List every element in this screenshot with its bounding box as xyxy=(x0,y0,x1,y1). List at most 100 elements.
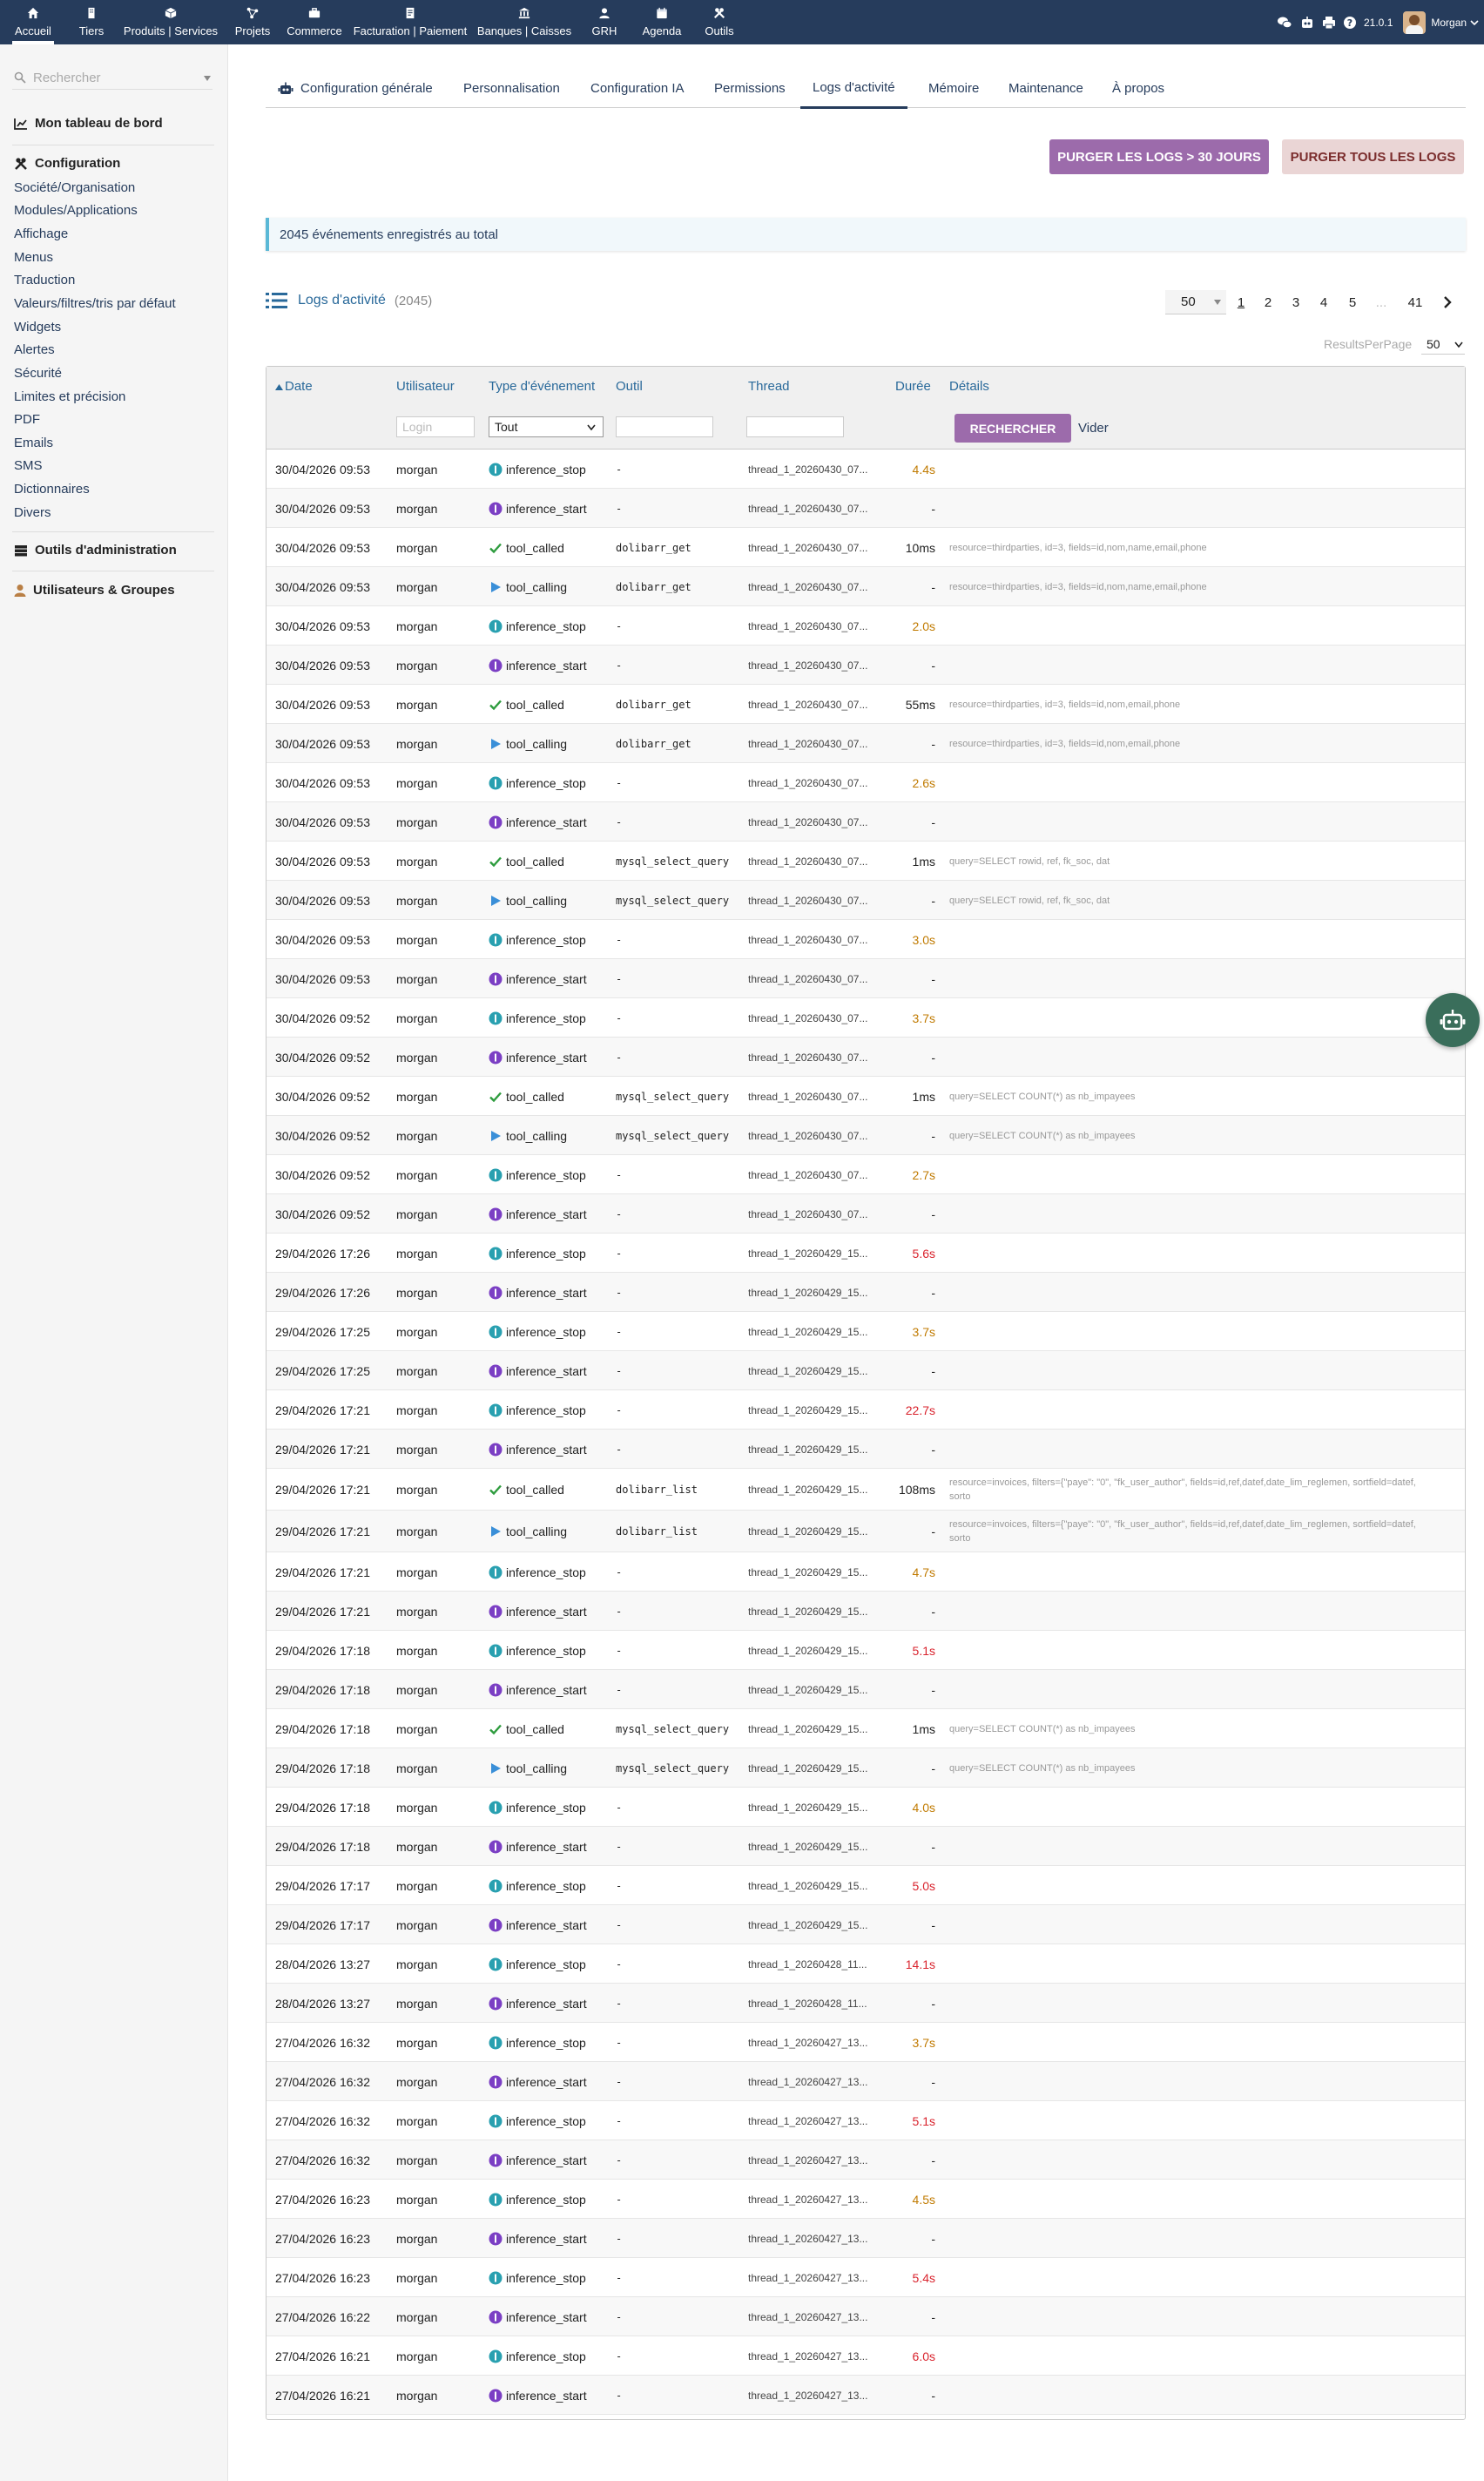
page-1-link[interactable]: 1 xyxy=(1232,290,1250,314)
chevron-right-icon[interactable] xyxy=(1442,295,1453,309)
sidebar-dashboard[interactable]: Mon tableau de bord xyxy=(14,116,163,131)
results-per-page-select[interactable]: 50 xyxy=(1421,334,1465,355)
event-type-cell: tool_calling xyxy=(489,567,610,606)
column-header-duration[interactable]: Durée xyxy=(895,379,931,394)
avatar[interactable] xyxy=(1403,10,1427,34)
tool-cell: - xyxy=(616,2193,623,2206)
tool-cell: - xyxy=(616,1997,623,2010)
column-header-thread[interactable]: Thread xyxy=(748,379,790,394)
sidebar-item-affichage[interactable]: Affichage xyxy=(14,226,68,241)
sidebar-search[interactable]: Rechercher xyxy=(12,67,212,90)
stop-icon xyxy=(489,933,503,946)
search-input[interactable]: Rechercher xyxy=(33,71,101,85)
sidebar-item-modules[interactable]: Modules/Applications xyxy=(14,203,138,218)
chevron-down-icon[interactable] xyxy=(1470,18,1479,27)
topmenu-commerce[interactable]: Commerce xyxy=(284,0,345,44)
sidebar-item-widgets[interactable]: Widgets xyxy=(14,320,61,335)
details-cell: query=SELECT COUNT(*) as nb_impayees xyxy=(949,1091,1136,1102)
user-cell: morgan xyxy=(396,971,438,986)
tab-maintenance[interactable]: Maintenance xyxy=(996,68,1096,108)
dropdown-caret-icon[interactable] xyxy=(204,76,211,81)
thread-filter-input[interactable] xyxy=(746,416,844,437)
thread-cell: thread_1_20260430_07... xyxy=(748,502,868,515)
sidebar-item-limites[interactable]: Limites et précision xyxy=(14,389,125,404)
login-filter-input[interactable]: Login xyxy=(396,416,475,437)
topmenu-banques[interactable]: Banques | Caisses xyxy=(476,0,573,44)
sidebar-users-groups[interactable]: Utilisateurs & Groupes xyxy=(14,583,175,598)
thread-cell: thread_1_20260430_07... xyxy=(748,1011,868,1024)
tab-memoire[interactable]: Mémoire xyxy=(916,68,991,108)
column-header-user[interactable]: Utilisateur xyxy=(396,379,455,394)
printer-icon[interactable] xyxy=(1322,16,1336,30)
purge-all-button[interactable]: PURGER TOUS LES LOGS xyxy=(1282,139,1464,174)
tab-label: Configuration IA xyxy=(590,80,685,96)
page-2-link[interactable]: 2 xyxy=(1259,290,1277,314)
tab-configuration-ia[interactable]: Configuration IA xyxy=(578,68,697,108)
sidebar-item-divers[interactable]: Divers xyxy=(14,505,51,520)
topmenu-facturation[interactable]: Facturation | Paiement xyxy=(352,0,469,44)
per-page-select[interactable]: 50 xyxy=(1165,290,1226,314)
date-cell: 29/04/2026 17:21 xyxy=(275,1442,370,1457)
details-cell xyxy=(949,1312,1437,1351)
column-header-date[interactable]: Date xyxy=(275,379,313,394)
event-type-cell: inference_start xyxy=(489,1038,610,1077)
tool-filter-input[interactable] xyxy=(616,416,713,437)
event-type-filter-select[interactable]: Tout xyxy=(489,416,604,437)
clear-filters-link[interactable]: Vider xyxy=(1078,421,1109,436)
tool-cell: dolibarr_list xyxy=(616,1525,698,1538)
sidebar-item-menus[interactable]: Menus xyxy=(14,250,53,265)
event-type-cell: inference_start xyxy=(489,646,610,685)
page-4-link[interactable]: 4 xyxy=(1315,290,1332,314)
date-cell: 29/04/2026 17:25 xyxy=(275,1324,370,1339)
page-41-link[interactable]: 41 xyxy=(1404,290,1427,314)
topmenu-grh[interactable]: GRH xyxy=(582,0,627,44)
purge-30-days-button[interactable]: PURGER LES LOGS > 30 JOURS xyxy=(1049,139,1269,174)
page-5-link[interactable]: 5 xyxy=(1344,290,1361,314)
sidebar-item-sms[interactable]: SMS xyxy=(14,458,43,473)
sidebar-item-societe[interactable]: Société/Organisation xyxy=(14,180,135,195)
tool-cell: - xyxy=(616,2114,623,2127)
cube-icon xyxy=(165,7,177,19)
help-icon[interactable]: ? xyxy=(1343,16,1357,30)
sidebar-item-traduction[interactable]: Traduction xyxy=(14,273,75,287)
tab-logs-activite[interactable]: Logs d'activité xyxy=(800,68,907,109)
stop-icon xyxy=(489,619,503,632)
tab-configuration-generale[interactable]: Configuration générale xyxy=(266,68,445,108)
page-3-link[interactable]: 3 xyxy=(1287,290,1305,314)
sidebar-item-pdf[interactable]: PDF xyxy=(14,412,40,427)
topmenu-produits[interactable]: Produits | Services xyxy=(122,0,219,44)
event-type-cell: inference_stop xyxy=(489,763,610,802)
sidebar-item-alertes[interactable]: Alertes xyxy=(14,342,55,357)
tab-permissions[interactable]: Permissions xyxy=(702,68,798,108)
date-cell: 30/04/2026 09:53 xyxy=(275,579,370,594)
search-button[interactable]: RECHERCHER xyxy=(954,414,1071,443)
table-row: 30/04/2026 09:53 morgan tool_called mysql_s… xyxy=(266,842,1465,881)
sidebar-item-securite[interactable]: Sécurité xyxy=(14,366,62,381)
user-name[interactable]: Morgan xyxy=(1431,17,1467,29)
start-icon xyxy=(489,2310,503,2323)
topmenu-agenda[interactable]: Agenda xyxy=(636,0,688,44)
sidebar-configuration[interactable]: Configuration xyxy=(14,156,120,171)
event-type-label: inference_stop xyxy=(506,1565,586,1579)
table-row: 30/04/2026 09:52 morgan inference_start - th… xyxy=(266,1038,1465,1077)
sidebar-admin-tools[interactable]: Outils d'administration xyxy=(14,543,177,558)
topmenu-outils[interactable]: Outils xyxy=(697,0,742,44)
table-row: 30/04/2026 09:53 morgan inference_start - th… xyxy=(266,802,1465,842)
chat-icon[interactable] xyxy=(1277,16,1292,30)
column-header-tool[interactable]: Outil xyxy=(616,379,643,394)
event-type-cell: inference_stop xyxy=(489,998,610,1038)
topmenu-tiers[interactable]: Tiers xyxy=(70,0,113,44)
tab-a-propos[interactable]: À propos xyxy=(1100,68,1177,108)
tab-personnalisation[interactable]: Personnalisation xyxy=(451,68,572,108)
topmenu-projets[interactable]: Projets xyxy=(228,0,277,44)
sidebar-item-emails[interactable]: Emails xyxy=(14,436,53,450)
ai-assistant-button[interactable] xyxy=(1426,993,1480,1047)
thread-cell: thread_1_20260430_07... xyxy=(748,580,868,593)
thread-cell: thread_1_20260429_15... xyxy=(748,1484,868,1496)
column-header-event-type[interactable]: Type d'événement xyxy=(489,379,595,394)
thread-cell: thread_1_20260430_07... xyxy=(748,1207,868,1220)
robot-icon[interactable] xyxy=(1299,16,1315,30)
user-cell: morgan xyxy=(396,658,438,673)
topmenu-accueil[interactable]: Accueil xyxy=(7,0,59,44)
sidebar-item-dictionnaires[interactable]: Dictionnaires xyxy=(14,482,90,497)
